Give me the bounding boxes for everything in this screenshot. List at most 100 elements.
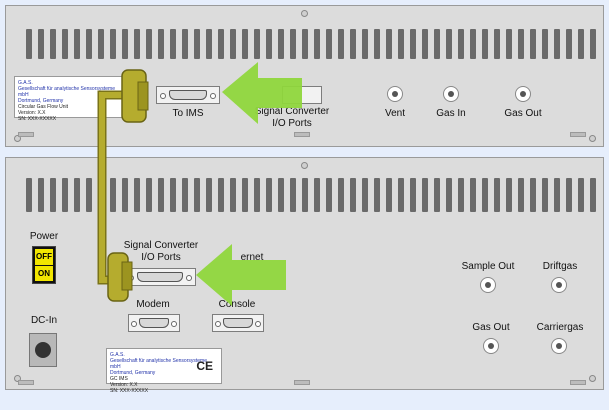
modem-connector[interactable] xyxy=(128,314,180,332)
sticker-serial: SN: XXX-XXXXX xyxy=(18,116,57,122)
driftgas-label: Driftgas xyxy=(542,261,578,272)
vent-slot xyxy=(374,29,380,59)
vent-slot xyxy=(146,178,152,212)
power-label: Power xyxy=(29,231,59,242)
vent-slot xyxy=(446,29,452,59)
vent-slot xyxy=(410,29,416,59)
vent-slot xyxy=(518,29,524,59)
carriergas-label: Carriergas xyxy=(536,322,584,333)
top-signal-converter-label: Signal Converter I/O Ports xyxy=(254,106,330,129)
vent-slot xyxy=(542,29,548,59)
vent-slot xyxy=(26,29,32,59)
vent-slot xyxy=(458,29,464,59)
vent-slot xyxy=(50,178,56,212)
vent-slot xyxy=(506,178,512,212)
sticker-company: Gesellschaft für analytische Sensorsyste… xyxy=(18,86,115,98)
driftgas-port[interactable] xyxy=(551,277,567,293)
vent-slot xyxy=(554,178,560,212)
vent-port[interactable] xyxy=(387,86,403,102)
sample-out-label: Sample Out xyxy=(461,261,515,272)
vent-slot xyxy=(182,29,188,59)
vent-slot xyxy=(134,178,140,212)
vent-slot xyxy=(230,29,236,59)
vent-label: Vent xyxy=(384,108,406,119)
vent-slot xyxy=(206,178,212,212)
vent-slot xyxy=(98,29,104,59)
vent-slot xyxy=(482,29,488,59)
vent-slot xyxy=(254,29,260,59)
vent-slot xyxy=(554,29,560,59)
vent-slot xyxy=(386,29,392,59)
vent-slot xyxy=(158,29,164,59)
vent-slot xyxy=(362,178,368,212)
vent-slot xyxy=(254,178,260,212)
vent-slot xyxy=(362,29,368,59)
vent-slot xyxy=(110,29,116,59)
vent-slot xyxy=(86,178,92,212)
vent-slot xyxy=(314,178,320,212)
vent-slot xyxy=(38,178,44,212)
vent-slot xyxy=(38,29,44,59)
vent-slot xyxy=(266,29,272,59)
vent-slot xyxy=(74,178,80,212)
vent-slot xyxy=(446,178,452,212)
vent-slot xyxy=(482,178,488,212)
bottom-signal-converter-label: Signal Converter I/O Ports xyxy=(123,240,199,263)
vent-slot xyxy=(422,178,428,212)
vent-slot xyxy=(578,29,584,59)
vent-slot xyxy=(338,178,344,212)
to-ims-connector[interactable] xyxy=(156,86,220,104)
panel-foot xyxy=(294,132,310,137)
to-ims-label: To IMS xyxy=(172,108,204,119)
panel-foot xyxy=(570,380,586,385)
vent-slot xyxy=(494,178,500,212)
vent-slot xyxy=(542,178,548,212)
ethernet-label: ernet xyxy=(240,252,264,263)
sticker-serial: SN: XXX-XXXXX xyxy=(110,388,149,394)
vent-slot xyxy=(86,29,92,59)
vent-slot xyxy=(110,178,116,212)
gas-in-port[interactable] xyxy=(443,86,459,102)
vent-slot xyxy=(350,29,356,59)
top-device-panel: G.A.S. Gesellschaft für analytische Sens… xyxy=(5,5,604,147)
top-product-label: G.A.S. Gesellschaft für analytische Sens… xyxy=(14,76,126,122)
bottom-signal-converter-connector[interactable] xyxy=(124,268,196,286)
vent-slot xyxy=(170,29,176,59)
vent-slot xyxy=(26,178,32,212)
vent-slot xyxy=(566,29,572,59)
power-switch[interactable]: OFF ON xyxy=(32,246,56,284)
vent-slot xyxy=(74,29,80,59)
vent-slot xyxy=(386,178,392,212)
vent-slot xyxy=(434,29,440,59)
screw-icon xyxy=(301,10,308,17)
vent-slot xyxy=(242,178,248,212)
bottom-vent-grille xyxy=(26,178,596,212)
carriergas-port[interactable] xyxy=(551,338,567,354)
bottom-gas-out-port[interactable] xyxy=(483,338,499,354)
screw-icon xyxy=(301,162,308,169)
vent-slot xyxy=(194,178,200,212)
vent-slot xyxy=(302,29,308,59)
vent-slot xyxy=(50,29,56,59)
vent-slot xyxy=(494,29,500,59)
vent-slot xyxy=(98,178,104,212)
vent-slot xyxy=(470,29,476,59)
vent-slot xyxy=(590,29,596,59)
gas-out-port[interactable] xyxy=(515,86,531,102)
vent-slot xyxy=(530,178,536,212)
vent-slot xyxy=(122,29,128,59)
vent-slot xyxy=(458,178,464,212)
vent-slot xyxy=(518,178,524,212)
vent-slot xyxy=(326,178,332,212)
vent-slot xyxy=(230,178,236,212)
power-switch-on: ON xyxy=(35,266,53,281)
console-connector[interactable] xyxy=(212,314,264,332)
sample-out-port[interactable] xyxy=(480,277,496,293)
vent-slot xyxy=(422,29,428,59)
panel-foot xyxy=(18,380,34,385)
top-signal-converter-connector[interactable] xyxy=(282,86,322,104)
panel-foot xyxy=(294,380,310,385)
dc-in-socket[interactable] xyxy=(29,333,57,367)
vent-slot xyxy=(350,178,356,212)
modem-label: Modem xyxy=(136,299,170,310)
